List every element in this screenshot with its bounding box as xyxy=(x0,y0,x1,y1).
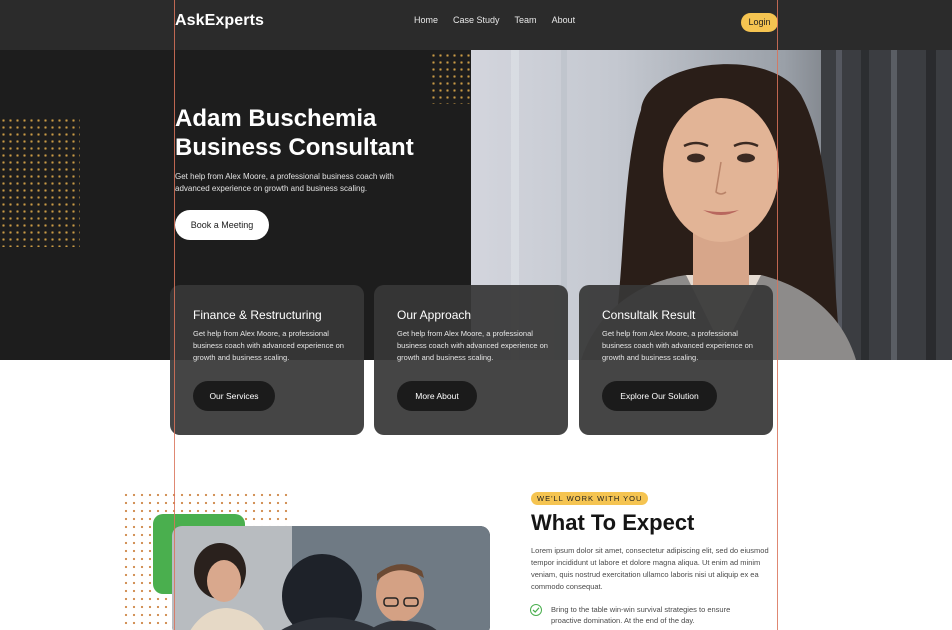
nav-link-team[interactable]: Team xyxy=(515,15,537,25)
book-meeting-button[interactable]: Book a Meeting xyxy=(175,210,269,240)
layout-guide-line xyxy=(174,0,175,630)
check-icon xyxy=(530,604,542,616)
feature-bullet-text: Bring to the table win-win survival stra… xyxy=(551,605,731,625)
hero-title: Adam Buschemia Business Consultant xyxy=(175,105,414,161)
our-services-button[interactable]: Our Services xyxy=(193,381,275,411)
card-title: Finance & Restructuring xyxy=(193,308,322,322)
top-navbar: AskExperts Home Case Study Team About Lo… xyxy=(0,0,952,50)
team-meeting-photo xyxy=(172,526,490,630)
card-text: Get help from Alex Moore, a professional… xyxy=(397,329,548,362)
card-title: Our Approach xyxy=(397,308,472,322)
layout-guide-line xyxy=(777,0,778,630)
service-card: Our Approach Get help from Alex Moore, a… xyxy=(374,285,568,435)
dot-pattern-decoration xyxy=(0,117,80,247)
nav-link-about[interactable]: About xyxy=(552,15,576,25)
section-description: Lorem ipsum dolor sit amet, consectetur … xyxy=(531,546,769,591)
more-about-button[interactable]: More About xyxy=(397,381,477,411)
hero-description: Get help from Alex Moore, a professional… xyxy=(175,172,394,193)
dot-pattern-decoration xyxy=(430,52,472,104)
card-title: Consultalk Result xyxy=(602,308,696,322)
card-text: Get help from Alex Moore, a professional… xyxy=(193,329,344,362)
service-card: Finance & Restructuring Get help from Al… xyxy=(170,285,364,435)
explore-solution-button[interactable]: Explore Our Solution xyxy=(602,381,717,411)
card-text: Get help from Alex Moore, a professional… xyxy=(602,329,753,362)
logo[interactable]: AskExperts xyxy=(175,12,264,30)
section-tag: WE'LL WORK WITH YOU xyxy=(531,492,649,505)
login-button[interactable]: Login xyxy=(741,13,778,32)
section-title: What To Expect xyxy=(531,510,695,535)
nav-link-home[interactable]: Home xyxy=(414,15,438,25)
service-card: Consultalk Result Get help from Alex Moo… xyxy=(579,285,773,435)
nav-link-case-study[interactable]: Case Study xyxy=(453,15,500,25)
main-menu: Home Case Study Team About xyxy=(414,15,590,25)
